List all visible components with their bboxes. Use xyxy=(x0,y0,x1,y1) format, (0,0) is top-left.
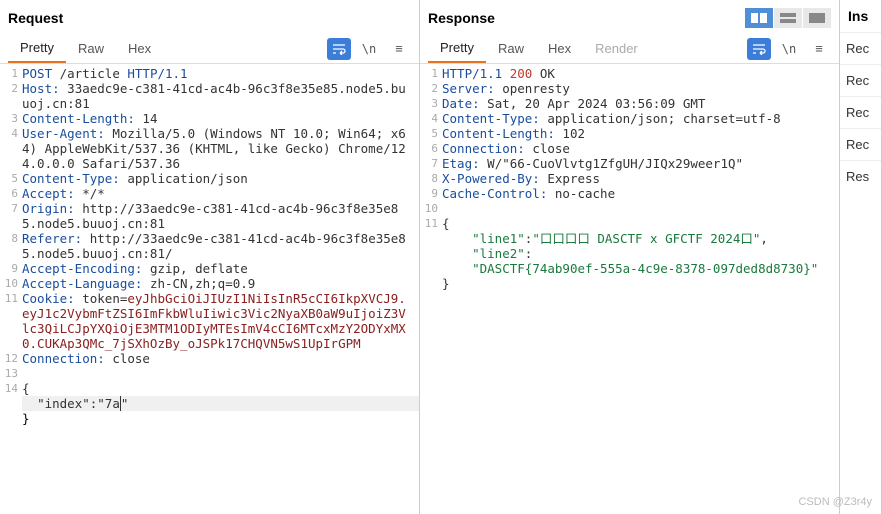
tab-render[interactable]: Render xyxy=(583,35,650,62)
code-line[interactable]: 14{ xyxy=(0,381,419,396)
request-title: Request xyxy=(8,10,411,26)
code-line[interactable]: 7Etag: W/"66-CuoVlvtg1ZfgUH/JIQx29weer1Q… xyxy=(420,156,839,171)
code-line[interactable]: 6Connection: close xyxy=(420,141,839,156)
code-line[interactable]: 9Accept-Encoding: gzip, deflate xyxy=(0,261,419,276)
view-stack-icon[interactable] xyxy=(774,8,802,28)
code-line[interactable]: "line1":"口口口口 DASCTF x GFCTF 2024口", xyxy=(420,231,839,246)
tab-raw[interactable]: Raw xyxy=(66,35,116,62)
view-toolbar xyxy=(745,8,831,28)
newline-icon[interactable]: \n xyxy=(777,38,801,60)
request-panel: Request Pretty Raw Hex \n ≡ 1POST /artic… xyxy=(0,0,420,514)
response-panel: Response Pretty Raw Hex Render \n ≡ 1HTT… xyxy=(420,0,840,514)
response-tabs: Pretty Raw Hex Render \n ≡ xyxy=(420,30,839,64)
request-editor[interactable]: 1POST /article HTTP/1.12Host: 33aedc9e-c… xyxy=(0,64,419,514)
view-split-icon[interactable] xyxy=(745,8,773,28)
code-line[interactable]: "DASCTF{74ab90ef-555a-4c9e-8378-097ded8d… xyxy=(420,261,839,276)
code-line[interactable]: 13 xyxy=(0,366,419,381)
code-line[interactable]: 11{ xyxy=(420,216,839,231)
code-line[interactable]: 9Cache-Control: no-cache xyxy=(420,186,839,201)
code-line[interactable]: 10Accept-Language: zh-CN,zh;q=0.9 xyxy=(0,276,419,291)
menu-icon[interactable]: ≡ xyxy=(387,38,411,60)
request-header: Request xyxy=(0,0,419,30)
code-line[interactable]: 1POST /article HTTP/1.1 xyxy=(0,66,419,81)
code-line[interactable]: 3Date: Sat, 20 Apr 2024 03:56:09 GMT xyxy=(420,96,839,111)
code-line[interactable]: 2Host: 33aedc9e-c381-41cd-ac4b-96c3f8e35… xyxy=(0,81,419,111)
code-line[interactable]: 7Origin: http://33aedc9e-c381-41cd-ac4b-… xyxy=(0,201,419,231)
wrap-icon[interactable] xyxy=(327,38,351,60)
tab-hex[interactable]: Hex xyxy=(536,35,583,62)
inspector-panel: Ins RecRecRecRecRes xyxy=(840,0,882,514)
response-header: Response xyxy=(420,0,839,30)
code-line[interactable]: 8X-Powered-By: Express xyxy=(420,171,839,186)
code-line[interactable]: 1HTTP/1.1 200 OK xyxy=(420,66,839,81)
inspector-row[interactable]: Rec xyxy=(840,32,881,64)
code-line[interactable]: 11Cookie: token=eyJhbGciOiJIUzI1NiIsInR5… xyxy=(0,291,419,351)
code-line[interactable]: 4User-Agent: Mozilla/5.0 (Windows NT 10.… xyxy=(0,126,419,171)
code-line[interactable]: 3Content-Length: 14 xyxy=(0,111,419,126)
code-line[interactable]: 5Content-Length: 102 xyxy=(420,126,839,141)
wrap-icon[interactable] xyxy=(747,38,771,60)
watermark: CSDN @Z3r4y xyxy=(798,496,872,508)
code-line[interactable]: } xyxy=(420,276,839,291)
tab-pretty[interactable]: Pretty xyxy=(428,34,486,63)
code-line[interactable]: 2Server: openresty xyxy=(420,81,839,96)
inspector-title: Ins xyxy=(840,0,881,32)
code-line[interactable]: 12Connection: close xyxy=(0,351,419,366)
inspector-row[interactable]: Rec xyxy=(840,96,881,128)
menu-icon[interactable]: ≡ xyxy=(807,38,831,60)
code-line[interactable]: 6Accept: */* xyxy=(0,186,419,201)
code-line[interactable]: 8Referer: http://33aedc9e-c381-41cd-ac4b… xyxy=(0,231,419,261)
tab-raw[interactable]: Raw xyxy=(486,35,536,62)
code-line[interactable]: "line2": xyxy=(420,246,839,261)
inspector-row[interactable]: Rec xyxy=(840,64,881,96)
tab-hex[interactable]: Hex xyxy=(116,35,163,62)
code-line[interactable]: 10 xyxy=(420,201,839,216)
code-line[interactable]: 4Content-Type: application/json; charset… xyxy=(420,111,839,126)
inspector-row[interactable]: Rec xyxy=(840,128,881,160)
response-title: Response xyxy=(428,10,745,26)
newline-icon[interactable]: \n xyxy=(357,38,381,60)
inspector-row[interactable]: Res xyxy=(840,160,881,192)
tab-pretty[interactable]: Pretty xyxy=(8,34,66,63)
request-tabs: Pretty Raw Hex \n ≡ xyxy=(0,30,419,64)
response-viewer[interactable]: 1HTTP/1.1 200 OK2Server: openresty3Date:… xyxy=(420,64,839,514)
view-single-icon[interactable] xyxy=(803,8,831,28)
code-line[interactable]: 5Content-Type: application/json xyxy=(0,171,419,186)
